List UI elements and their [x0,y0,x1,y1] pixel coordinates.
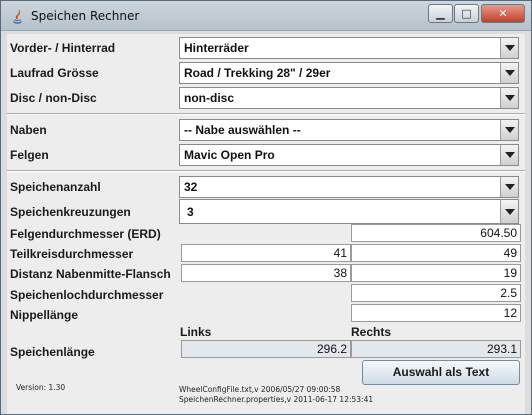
maximize-button[interactable]: □ [454,4,479,23]
chevron-down-icon[interactable] [500,88,518,108]
version-text: Version: 1.30 [16,383,66,392]
nippel-field[interactable]: 12 [351,304,521,322]
label-speichenlaenge: Speichenlänge [10,345,95,359]
teilkreis-rechts-field[interactable]: 49 [351,244,521,262]
label-speichenanzahl: Speichenanzahl [10,180,101,194]
combo-value: Hinterräder [184,41,249,55]
chevron-down-icon[interactable] [500,63,518,83]
label-teilkreis: Teilkreisdurchmesser [10,247,134,261]
separator [7,170,525,172]
combo-speichenkreuzungen[interactable]: 3 [179,199,519,224]
felgendurchmesser-field[interactable]: 604.50 [351,224,521,242]
label-distanz: Distanz Nabenmitte-Flansch [10,267,171,281]
chevron-down-icon[interactable] [500,200,518,223]
chevron-down-icon[interactable] [500,177,518,197]
combo-laufrad-groesse[interactable]: Road / Trekking 28" / 29er [179,62,519,84]
combo-speichenanzahl[interactable]: 32 [179,176,519,198]
column-header-links: Links [180,325,212,339]
combo-value: -- Nabe auswählen -- [184,123,301,137]
distanz-rechts-field[interactable]: 19 [351,264,521,282]
auswahl-als-text-button[interactable]: Auswahl als Text [362,360,520,385]
speichenlaenge-rechts-field: 293.1 [351,340,521,358]
chevron-down-icon[interactable] [500,38,518,58]
chevron-down-icon[interactable] [500,120,518,140]
app-window: Speichen Rechner ▁ □ ✕ Vorder- / Hinterr… [0,0,532,415]
label-nippel: Nippellänge [10,308,79,322]
column-header-rechts: Rechts [351,325,392,339]
speichenloch-field[interactable]: 2.5 [351,284,521,302]
chevron-down-icon[interactable] [500,145,518,165]
label-felgen: Felgen [10,148,49,162]
combo-value: non-disc [184,91,234,105]
form-panel: Vorder- / Hinterrad Hinterräder Laufrad … [7,34,525,414]
label-speichenloch: Speichenlochdurchmesser [10,288,164,302]
label-laufrad-groesse: Laufrad Grösse [10,66,99,80]
distanz-links-field[interactable]: 38 [181,264,351,282]
config-info-line1: WheelConfigFile.txt,v 2006/05/27 09:00:5… [179,385,341,394]
java-icon [13,9,22,24]
combo-value: Road / Trekking 28" / 29er [184,66,331,80]
speichenlaenge-links-field: 296.2 [181,340,351,358]
combo-disc[interactable]: non-disc [179,87,519,109]
close-button[interactable]: ✕ [481,4,525,23]
label-disc: Disc / non-Disc [10,91,97,105]
title-bar[interactable]: Speichen Rechner ▁ □ ✕ [1,1,531,31]
separator [7,113,525,115]
label-speichenkreuzungen: Speichenkreuzungen [10,205,131,219]
combo-value: 3 [187,205,194,219]
config-info-line2: SpeichenRechner.properties,v 2011-06-17 … [179,395,374,404]
teilkreis-links-field[interactable]: 41 [181,244,351,262]
combo-value: 32 [184,180,198,194]
combo-felgen[interactable]: Mavic Open Pro [179,144,519,166]
combo-value: Mavic Open Pro [184,148,275,162]
minimize-button[interactable]: ▁ [428,4,453,23]
combo-naben[interactable]: -- Nabe auswählen -- [179,119,519,141]
label-vorder-hinterrad: Vorder- / Hinterrad [10,41,116,55]
window-title: Speichen Rechner [31,9,140,23]
label-felgendurchmesser: Felgendurchmesser (ERD) [10,227,161,241]
combo-vorder-hinterrad[interactable]: Hinterräder [179,37,519,59]
label-naben: Naben [10,123,47,137]
